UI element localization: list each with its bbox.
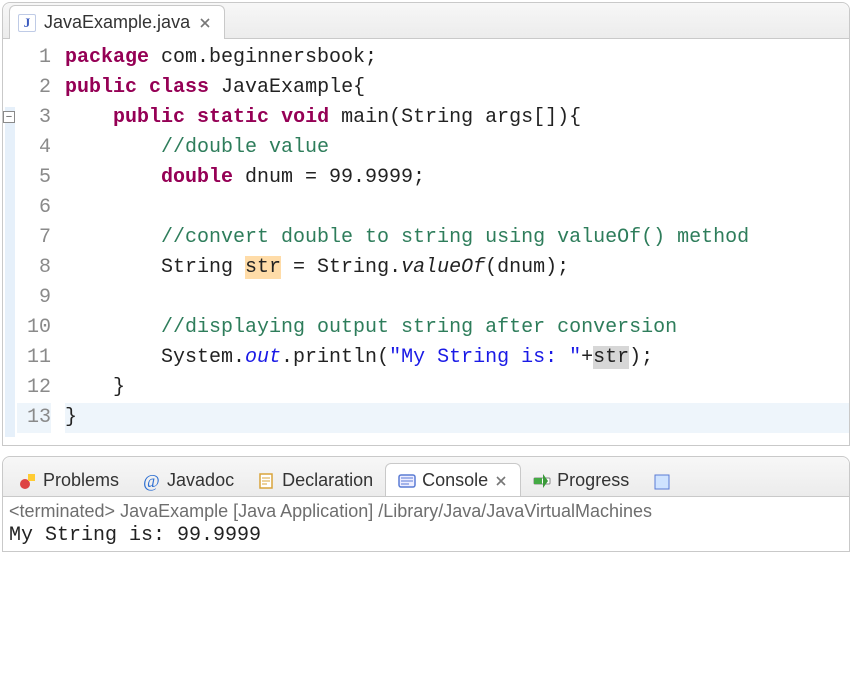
javadoc-icon: @ (143, 472, 161, 490)
editor-tabbar: J JavaExample.java (3, 3, 849, 39)
problems-icon (19, 472, 37, 490)
close-icon[interactable] (198, 16, 212, 30)
lineno: 13 (17, 403, 51, 433)
editor-panel: J JavaExample.java − 1 2 3 4 5 6 7 8 9 1… (2, 2, 850, 446)
lineno: 3 (17, 103, 51, 133)
fold-collapse-icon[interactable]: − (3, 111, 15, 123)
code-line: //convert double to string using valueOf… (65, 223, 849, 253)
tab-problems[interactable]: Problems (7, 464, 131, 497)
lineno: 10 (17, 313, 51, 343)
code-line: public static void main(String args[]){ (65, 103, 849, 133)
code-line (65, 193, 849, 223)
editor-tab-javaexample[interactable]: J JavaExample.java (9, 5, 225, 39)
lineno: 5 (17, 163, 51, 193)
code-line: System.out.println("My String is: "+str)… (65, 343, 849, 373)
bottom-tabbar: Problems @ Javadoc Declaration Console (3, 457, 849, 497)
lineno: 7 (17, 223, 51, 253)
declaration-icon (258, 472, 276, 490)
tab-label: Javadoc (167, 470, 234, 491)
code-line: package com.beginnersbook; (65, 43, 849, 73)
tab-declaration[interactable]: Declaration (246, 464, 385, 497)
tab-label: Progress (557, 470, 629, 491)
console-output: My String is: 99.9999 (9, 524, 843, 547)
lineno: 8 (17, 253, 51, 283)
fold-strip: − (3, 43, 17, 433)
code-line: //double value (65, 133, 849, 163)
lineno: 11 (17, 343, 51, 373)
lineno: 4 (17, 133, 51, 163)
lineno: 2 (17, 73, 51, 103)
code-line: double dnum = 99.9999; (65, 163, 849, 193)
editor-tab-title: JavaExample.java (44, 12, 190, 33)
fold-range-bar (5, 107, 15, 437)
code-line: String str = String.valueOf(dnum); (65, 253, 849, 283)
lineno: 12 (17, 373, 51, 403)
bottom-panel: Problems @ Javadoc Declaration Console (2, 456, 850, 552)
generic-view-icon (653, 473, 671, 491)
console-body: <terminated> JavaExample [Java Applicati… (3, 497, 849, 551)
code-line: public class JavaExample{ (65, 73, 849, 103)
lineno: 6 (17, 193, 51, 223)
code-line (65, 283, 849, 313)
code-area[interactable]: − 1 2 3 4 5 6 7 8 9 10 11 12 13 package … (3, 39, 849, 445)
tab-progress[interactable]: Progress (521, 464, 641, 497)
tab-label: Problems (43, 470, 119, 491)
progress-icon (533, 472, 551, 490)
console-icon (398, 472, 416, 490)
tab-more[interactable] (641, 467, 683, 497)
java-file-icon: J (18, 14, 36, 32)
console-meta: <terminated> JavaExample [Java Applicati… (9, 501, 843, 522)
lineno: 1 (17, 43, 51, 73)
line-gutter: 1 2 3 4 5 6 7 8 9 10 11 12 13 (17, 43, 57, 433)
close-icon[interactable] (494, 474, 508, 488)
code-line: //displaying output string after convers… (65, 313, 849, 343)
code-text[interactable]: package com.beginnersbook; public class … (57, 43, 849, 433)
tab-console[interactable]: Console (385, 463, 521, 497)
code-line: } (65, 373, 849, 403)
tab-label: Declaration (282, 470, 373, 491)
lineno: 9 (17, 283, 51, 313)
code-line: } (65, 403, 849, 433)
tab-label: Console (422, 470, 488, 491)
tab-javadoc[interactable]: @ Javadoc (131, 464, 246, 497)
